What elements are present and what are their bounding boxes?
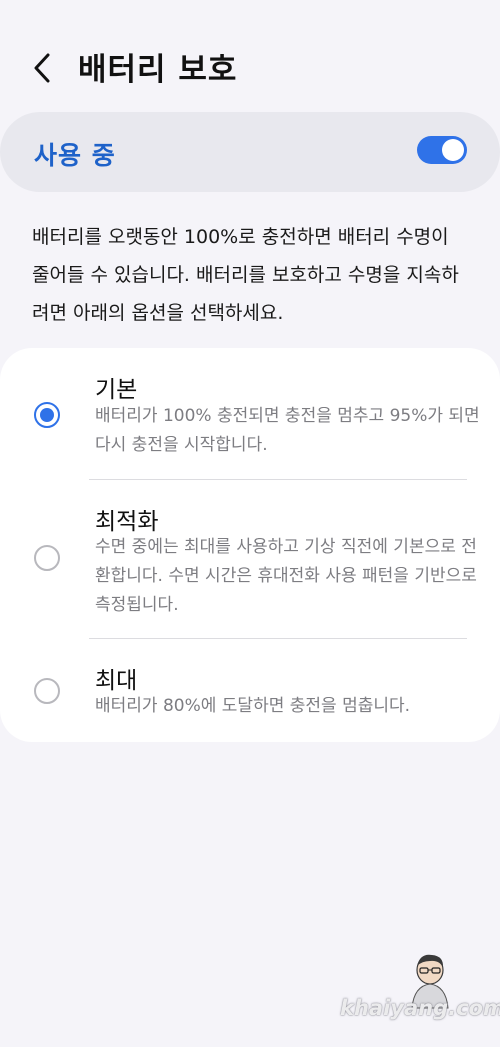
app-header: 배터리 보호 [0,0,500,130]
toggle-knob [442,139,464,161]
radio-button-maximum[interactable] [34,678,60,704]
option-default[interactable]: 기본 배터리가 100% 충전되면 충전을 멈추고 95%가 되면 다시 충전을… [0,348,500,478]
radio-dot [40,408,54,422]
page-title: 배터리 보호 [78,52,238,88]
chevron-left-icon [34,53,50,83]
description-text: 배터리를 오랫동안 100%로 충전하면 배터리 수명이 줄어들 수 있습니다.… [32,226,459,324]
option-title: 최적화 [95,509,159,535]
option-title: 최대 [95,668,138,694]
radio-button-default[interactable] [34,402,60,428]
option-description: 수면 중에는 최대를 사용하고 기상 직전에 기본으로 전환합니다. 수면 시간… [95,537,477,615]
option-optimized[interactable]: 최적화 수면 중에는 최대를 사용하고 기상 직전에 기본으로 전환합니다. 수… [0,480,500,638]
option-maximum[interactable]: 최대 배터리가 80%에 도달하면 충전을 멈춥니다. [0,639,500,742]
back-button[interactable] [26,48,62,88]
watermark-text: khaiyang.com [340,996,500,1020]
option-title: 기본 [95,377,138,403]
watermark: khaiyang.com [340,950,500,1030]
option-description: 배터리가 100% 충전되면 충전을 멈추고 95%가 되면 다시 충전을 시작… [95,406,480,455]
master-switch-label: 사용 중 [34,141,116,170]
master-toggle[interactable] [417,136,467,164]
master-switch-row[interactable]: 사용 중 [0,112,500,192]
radio-button-optimized[interactable] [34,545,60,571]
option-description: 배터리가 80%에 도달하면 충전을 멈춥니다. [95,696,411,716]
options-card: 기본 배터리가 100% 충전되면 충전을 멈추고 95%가 되면 다시 충전을… [0,348,500,742]
